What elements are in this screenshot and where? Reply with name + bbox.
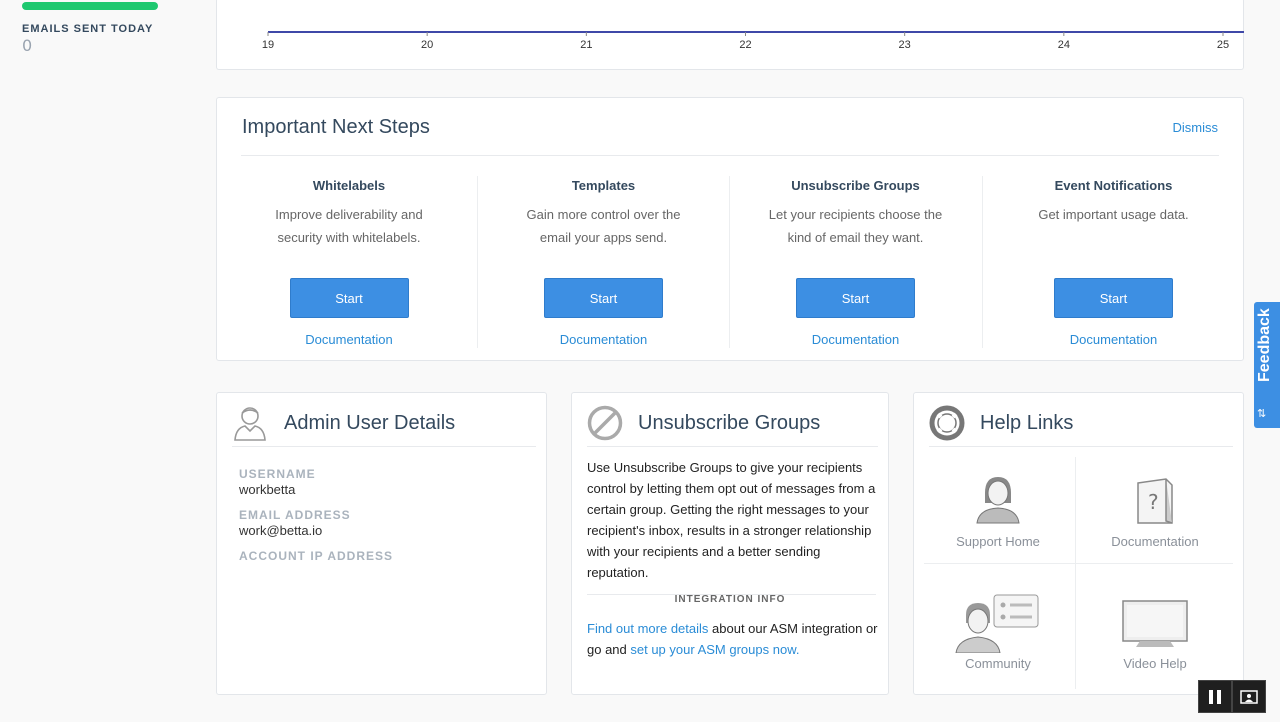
ip-address-label: ACCOUNT IP ADDRESS [239,549,394,563]
step-event-notifications: Event Notifications Get important usage … [982,176,1244,348]
username-value: workbetta [239,482,296,497]
usage-progress-bar [22,2,158,10]
lifebuoy-icon [929,405,965,441]
admin-card-title: Admin User Details [284,412,456,434]
x-axis-tick-label: 24 [1058,39,1070,51]
divider [241,155,1219,156]
document-question-icon: ? [1137,478,1173,524]
help-documentation[interactable]: ? Documentation [1080,477,1230,549]
step-desc-line: security with whitelabels. [277,230,421,245]
help-support-home[interactable]: Support Home [923,471,1073,549]
templates-start-button[interactable]: Start [544,278,663,318]
unsubscribe-groups-start-button[interactable]: Start [796,278,915,318]
step-description: Gain more control over the email your ap… [478,203,729,249]
step-title: Event Notifications [1054,178,1173,193]
step-title: Unsubscribe Groups [791,178,920,193]
help-card-title: Help Links [980,412,1074,434]
sidebar: EMAILS SENT TODAY 0 [0,0,190,722]
x-axis-tick-label: 23 [899,39,911,51]
whitelabels-documentation-link[interactable]: Documentation [221,332,477,347]
event-notifications-documentation-link[interactable]: Documentation [983,332,1244,347]
emails-sent-value: 0 [22,36,33,55]
divider [924,563,1233,564]
unsubscribe-groups-documentation-link[interactable]: Documentation [730,332,981,347]
step-description: Let your recipients choose the kind of e… [730,203,981,249]
divider [587,446,878,447]
picture-in-picture-button[interactable] [1232,680,1266,713]
emails-sent-label: EMAILS SENT TODAY [22,23,154,35]
step-whitelabels: Whitelabels Improve deliverability and s… [221,176,477,348]
user-icon [234,407,266,441]
step-desc-line: email your apps send. [539,230,668,245]
step-desc-line: Improve deliverability and [275,207,423,222]
unsub-card-title: Unsubscribe Groups [638,412,821,434]
x-axis-tick-label: 20 [421,39,433,51]
support-person-icon [976,477,1020,524]
picture-in-picture-icon [1240,689,1258,704]
next-steps-card: Important Next Steps Dismiss Whitelabels… [216,97,1244,361]
step-unsubscribe-groups: Unsubscribe Groups Let your recipients c… [729,176,981,348]
username-label: USERNAME [239,467,316,481]
divider [1075,457,1076,689]
help-community[interactable]: Community [923,593,1073,671]
step-desc-line: Let your recipients choose the [768,207,943,222]
integration-info-text: Find out more details about our ASM inte… [587,618,879,660]
x-axis-tick-label: 25 [1217,39,1229,51]
stats-chart-card: 19 20 21 22 23 24 25 [216,0,1244,70]
step-templates: Templates Gain more control over the ema… [477,176,729,348]
step-title: Whitelabels [312,178,386,193]
email-label: EMAIL ADDRESS [239,508,351,522]
step-desc-line: Get important usage data. [1038,207,1189,222]
email-value: work@betta.io [239,523,323,538]
templates-documentation-link[interactable]: Documentation [478,332,729,347]
divider [232,446,536,447]
community-chat-icon [955,594,1039,654]
svg-text:?: ? [1148,490,1159,514]
step-title: Templates [571,178,636,193]
setup-asm-groups-link[interactable]: set up your ASM groups now. [630,642,799,657]
feedback-label: Feedback [1256,308,1273,382]
step-description: Improve deliverability and security with… [221,203,477,249]
step-desc-line: kind of email they want. [787,230,924,245]
monitor-icon [1122,600,1188,647]
admin-user-card: Admin User Details USERNAME workbetta EM… [216,392,547,695]
step-desc-line: Gain more control over the [526,207,681,222]
pause-icon [1209,689,1221,704]
x-axis-tick-label: 19 [262,39,274,51]
dismiss-link[interactable]: Dismiss [1173,120,1219,135]
whitelabels-start-button[interactable]: Start [289,278,409,318]
help-video-help[interactable]: Video Help [1080,599,1230,671]
find-out-more-link[interactable]: Find out more details [587,621,708,636]
prohibited-icon [587,405,623,441]
x-axis-tick-label: 21 [580,39,592,51]
unsub-description: Use Unsubscribe Groups to give your reci… [587,460,876,580]
video-help-label: Video Help [1123,656,1187,671]
x-axis-tick-label: 22 [739,39,751,51]
support-home-label: Support Home [956,534,1040,549]
feedback-tab[interactable]: Feedback ⇅ [1254,302,1280,428]
community-label: Community [965,656,1031,671]
step-description: Get important usage data. [983,203,1244,249]
sort-arrows-icon: ⇅ [1257,408,1267,420]
integration-info-label: INTEGRATION INFO [674,594,786,605]
documentation-label: Documentation [1111,534,1199,549]
divider [929,446,1233,447]
unsubscribe-groups-card: Unsubscribe Groups Use Unsubscribe Group… [571,392,889,695]
help-links-card: Help Links Support Home ? Documentation … [913,392,1244,695]
next-steps-title: Important Next Steps [242,116,430,138]
pause-button[interactable] [1198,680,1232,713]
stats-chart: 19 20 21 22 23 24 25 [262,31,1244,51]
event-notifications-start-button[interactable]: Start [1054,278,1173,318]
